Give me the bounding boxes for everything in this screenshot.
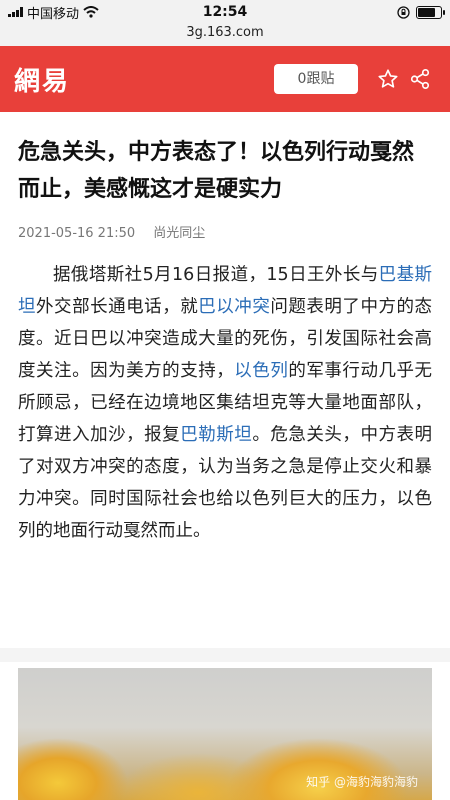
netease-logo[interactable]: 網易 — [14, 61, 70, 98]
article-title: 危急关头，中方表态了！以色列行动戛然而止，美感慨这才是硬实力 — [18, 140, 415, 202]
signal-icon — [8, 7, 23, 17]
carrier-label: 中国移动 — [27, 6, 80, 22]
battery-icon — [416, 5, 445, 19]
url-bar[interactable]: 3g.163.com — [0, 24, 450, 46]
article-author[interactable]: 尚光同尘 — [153, 226, 205, 241]
article-date: 2021-05-16 21:50 — [18, 226, 136, 241]
app-header: 網易 0跟贴 — [0, 46, 450, 112]
orientation-lock-icon — [397, 5, 410, 19]
comments-button[interactable]: 0跟贴 — [274, 64, 358, 94]
article-image[interactable]: 知乎 @海豹海豹海豹 — [18, 668, 432, 800]
status-left: 中国移动 — [8, 3, 99, 22]
share-icon[interactable] — [404, 63, 436, 95]
watermark: 知乎 @海豹海豹海豹 — [306, 775, 418, 789]
section-divider — [0, 648, 450, 662]
article-meta: 2021-05-16 21:50 尚光同尘 — [18, 222, 432, 241]
wifi-icon — [83, 6, 99, 18]
link-israel[interactable]: 以色列 — [234, 361, 288, 381]
link-conflict[interactable]: 巴以冲突 — [198, 297, 270, 317]
paragraph-text: 据俄塔斯社5月16日报道，15日王外长与 — [53, 265, 379, 285]
paragraph-text: 外交部长通电话，就 — [36, 297, 199, 317]
link-palestine[interactable]: 巴勒斯坦 — [180, 425, 252, 445]
star-icon[interactable] — [372, 63, 404, 95]
status-right — [397, 5, 445, 19]
status-bar: 中国移动 12:54 — [0, 0, 450, 24]
article: 危急关头，中方表态了！以色列行动戛然而止，美感慨这才是硬实力 2021-05-1… — [0, 134, 450, 547]
article-paragraph: 据俄塔斯社5月16日报道，15日王外长与巴基斯坦外交部长通电话，就巴以冲突问题表… — [18, 259, 432, 547]
